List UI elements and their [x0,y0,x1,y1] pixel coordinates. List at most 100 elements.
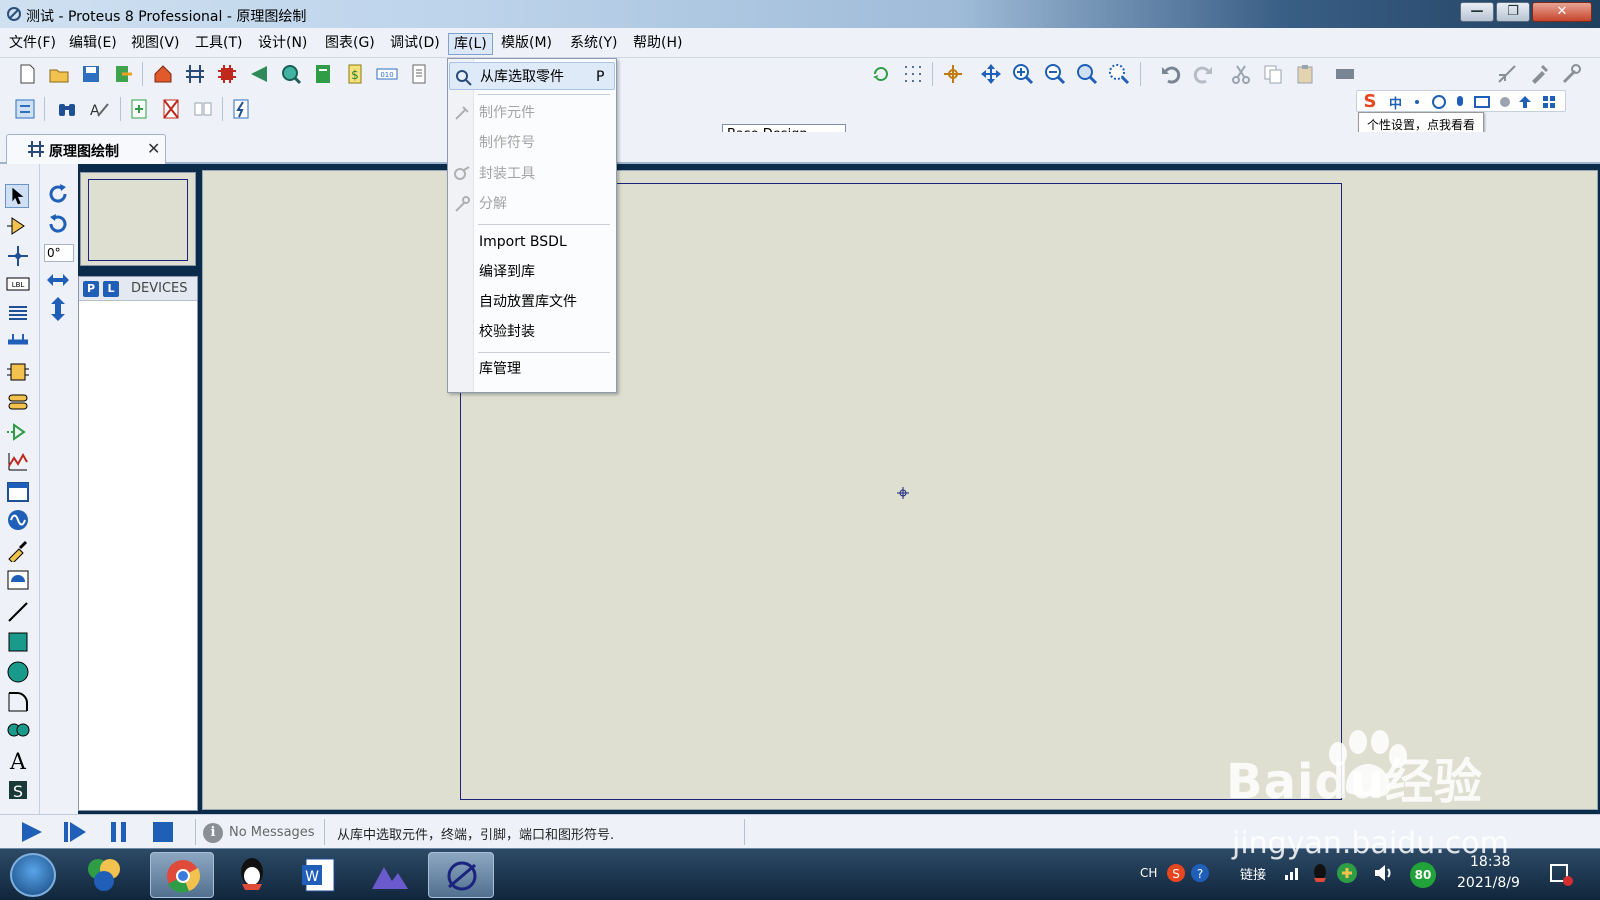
schematic-canvas[interactable] [202,170,1598,810]
sogou-tray-icon[interactable]: S [1166,863,1186,883]
save-icon[interactable] [80,63,102,85]
menu-help[interactable]: 帮助(H) [628,33,687,55]
origin-icon[interactable] [942,63,964,85]
electrical-rule-check-icon[interactable] [230,98,252,120]
zoom-all-icon[interactable] [1076,63,1098,85]
menu-library[interactable]: 库(L) [448,33,493,55]
menu-item-verify-packages[interactable]: 校验封装 [449,318,615,346]
circle-tool-icon[interactable] [6,660,30,684]
terminals-mode-icon[interactable] [6,390,30,414]
minimize-button[interactable]: — [1460,2,1494,22]
play-icon[interactable] [18,820,44,844]
rotate-clockwise-icon[interactable] [46,182,70,206]
clock-date[interactable]: 2021/8/9 [1457,875,1520,891]
open-folder-icon[interactable] [48,63,70,85]
box-tool-icon[interactable] [6,630,30,654]
grid-toggle-icon[interactable] [902,63,924,85]
property-assignment-icon[interactable] [1528,63,1550,85]
3d-viewer-icon[interactable] [248,63,270,85]
wire-label-icon[interactable]: LBL [6,272,30,296]
signal-icon[interactable] [1284,863,1302,881]
step-icon[interactable] [62,820,88,844]
action-center-icon[interactable] [1548,861,1574,887]
menu-graph[interactable]: 图表(G) [320,33,380,55]
gerber-viewer-icon[interactable] [280,63,302,85]
exit-to-parent-icon[interactable] [192,98,214,120]
qq-icon[interactable] [234,854,270,894]
component-mode-icon[interactable] [6,214,30,238]
block-copy-icon[interactable] [1334,63,1356,85]
home-icon[interactable] [152,63,174,85]
menu-item-make-device[interactable]: 制作元件 [449,99,615,127]
zoom-area-icon[interactable] [1108,63,1130,85]
stop-icon[interactable] [150,820,176,844]
new-file-icon[interactable] [16,63,38,85]
pick-devices-button[interactable]: P [83,281,99,297]
ime-tools-icon[interactable] [1409,94,1559,110]
menu-item-decompose[interactable]: 分解 [449,190,615,218]
graph-mode-icon[interactable] [6,450,30,474]
probe-mode-icon[interactable] [6,538,30,562]
tape-recorder-icon[interactable] [6,480,30,504]
menu-item-make-symbol[interactable]: 制作符号 [449,129,615,157]
buses-icon[interactable] [6,330,30,354]
menu-view[interactable]: 视图(V) [126,33,185,55]
cut-icon[interactable] [1230,63,1252,85]
wire-autorouter-icon[interactable] [1496,63,1518,85]
menu-item-compile-to-library[interactable]: 编译到库 [449,258,615,286]
menu-edit[interactable]: 编辑(E) [64,33,122,55]
photo-app-icon[interactable] [370,857,410,893]
undo-icon[interactable] [1160,63,1182,85]
menu-tools[interactable]: 工具(T) [190,33,247,55]
overview-window[interactable] [80,172,196,266]
sheet-icon[interactable] [14,98,36,120]
import-icon[interactable] [112,63,134,85]
property-tool-icon[interactable]: A [88,98,110,120]
info-icon[interactable]: i [203,823,223,843]
message-count[interactable]: No Messages [229,825,315,840]
tab-schematic-capture[interactable]: 原理图绘制 ✕ [6,134,166,164]
pcb-layout-icon[interactable] [216,63,238,85]
menu-design[interactable]: 设计(N) [253,33,312,55]
device-pins-icon[interactable] [6,420,30,444]
pan-icon[interactable] [980,63,1002,85]
refresh-icon[interactable] [870,63,892,85]
schematic-icon[interactable] [184,63,206,85]
junction-dot-icon[interactable] [6,244,30,268]
redo-icon[interactable] [1192,63,1214,85]
help-tray-icon[interactable]: ? [1190,863,1210,883]
design-explorer-icon[interactable] [312,63,334,85]
path-tool-icon[interactable] [6,718,30,742]
mirror-horizontal-icon[interactable] [46,270,70,290]
rotate-anticlockwise-icon[interactable] [46,212,70,236]
selection-mode-icon[interactable] [5,184,29,208]
sogou-logo-icon[interactable]: S [1359,92,1381,112]
menu-system[interactable]: 系统(Y) [565,33,622,55]
network-status[interactable]: 链接 [1240,864,1266,883]
zoom-out-icon[interactable] [1044,63,1066,85]
library-manager-button[interactable]: L [103,281,119,297]
copy-icon[interactable] [1262,63,1284,85]
volume-icon[interactable] [1372,862,1394,884]
project-notes-icon[interactable] [408,63,430,85]
remove-sheet-icon[interactable] [160,98,182,120]
mirror-vertical-icon[interactable] [49,296,67,322]
word-icon[interactable]: W [300,855,338,895]
text-script-icon[interactable] [6,302,30,326]
new-sheet-icon[interactable] [128,98,150,120]
symbol-tool-icon[interactable]: S [6,778,30,802]
arc-tool-icon[interactable] [6,690,30,714]
source-code-icon[interactable]: 010 [376,63,398,85]
zoom-in-icon[interactable] [1012,63,1034,85]
menu-item-autoplace-library[interactable]: 自动放置库文件 [449,288,615,316]
generator-mode-icon[interactable] [6,508,30,532]
taskbar-chrome[interactable] [150,852,214,898]
menu-file[interactable]: 文件(F) [4,33,61,55]
text-tool-icon[interactable]: A [6,748,30,772]
taskbar-proteus[interactable] [428,852,494,898]
maximize-button[interactable]: ❐ [1496,2,1530,22]
ime-mode-indicator[interactable]: 中 [1389,93,1402,112]
performance-badge[interactable]: 80 [1410,862,1436,888]
security-tray-icon[interactable] [1336,862,1358,884]
pause-icon[interactable] [106,820,132,844]
